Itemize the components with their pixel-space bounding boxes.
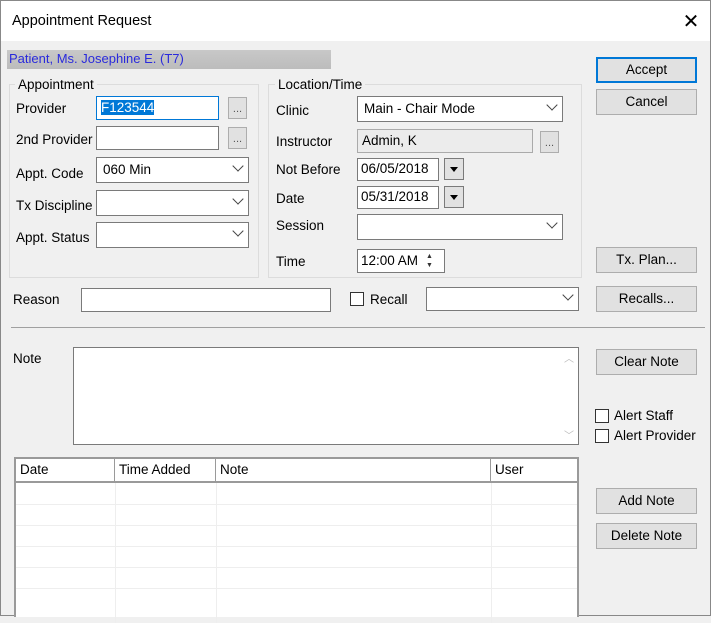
note-textarea[interactable]: ︿ ﹀ <box>73 347 579 445</box>
add-note-button[interactable]: Add Note <box>596 488 697 514</box>
scroll-down-icon[interactable]: ﹀ <box>564 427 574 442</box>
provider-browse-button[interactable]: ... <box>228 97 247 119</box>
chevron-down-icon <box>546 99 558 111</box>
chevron-down-icon <box>562 289 574 301</box>
appt-status-select[interactable] <box>96 222 249 248</box>
provider-input[interactable]: F123544 <box>96 96 219 120</box>
chevron-down-icon <box>232 225 244 237</box>
column-header-time-added[interactable]: Time Added <box>115 459 216 483</box>
cancel-button[interactable]: Cancel <box>596 89 697 115</box>
reason-input[interactable] <box>81 288 331 312</box>
second-provider-browse-button[interactable]: ... <box>228 127 247 149</box>
clear-note-button[interactable]: Clear Note <box>596 349 697 375</box>
clinic-label: Clinic <box>276 103 310 118</box>
patient-banner: Patient, Ms. Josephine E. (T7) <box>7 50 331 69</box>
chevron-down-icon <box>232 160 244 172</box>
notes-grid: Date Time Added Note User <box>14 457 579 623</box>
alert-provider-label: Alert Provider <box>614 428 696 443</box>
alert-provider-checkbox[interactable] <box>595 429 609 443</box>
time-value: 12:00 AM <box>361 253 419 268</box>
second-provider-input[interactable] <box>96 126 219 150</box>
instructor-browse-button[interactable]: ... <box>540 131 559 153</box>
chevron-down-icon <box>232 193 244 205</box>
column-header-note[interactable]: Note <box>216 459 491 483</box>
second-provider-label: 2nd Provider <box>16 132 93 147</box>
grid-row-line <box>16 588 577 589</box>
window-title: Appointment Request <box>12 13 152 29</box>
close-icon[interactable]: ✕ <box>679 9 703 34</box>
location-time-group-label: Location/Time <box>275 77 366 92</box>
accept-button[interactable]: Accept <box>596 57 697 83</box>
time-label: Time <box>276 254 306 269</box>
clinic-select[interactable]: Main - Chair Mode <box>357 96 563 122</box>
delete-note-button[interactable]: Delete Note <box>596 523 697 549</box>
tx-discipline-label: Tx Discipline <box>16 198 93 213</box>
session-label: Session <box>276 218 325 233</box>
not-before-label: Not Before <box>276 162 341 177</box>
appt-code-select[interactable]: 060 Min <box>96 157 249 183</box>
spin-up-down-icon[interactable]: ▲ ▼ <box>426 252 433 270</box>
instructor-label: Instructor <box>276 134 333 149</box>
alert-staff-label: Alert Staff <box>614 408 674 423</box>
tx-discipline-select[interactable] <box>96 190 249 216</box>
grid-row-line <box>16 546 577 547</box>
appt-code-value: 060 Min <box>103 162 152 177</box>
recalls-button[interactable]: Recalls... <box>596 286 697 312</box>
date-input[interactable]: 05/31/2018 <box>357 186 439 209</box>
title-bar: Appointment Request ✕ <box>1 1 710 41</box>
recall-label: Recall <box>370 292 408 307</box>
grid-row-line <box>16 567 577 568</box>
date-label: Date <box>276 191 305 206</box>
provider-value: F123544 <box>101 100 155 115</box>
appointment-request-dialog: Appointment Request ✕ Patient, Ms. Josep… <box>0 0 711 623</box>
column-header-user[interactable]: User <box>491 459 577 483</box>
tx-plan-button[interactable]: Tx. Plan... <box>596 247 697 273</box>
grid-row-line <box>16 504 577 505</box>
grid-row-line <box>16 525 577 526</box>
not-before-calendar-button[interactable] <box>444 158 464 180</box>
clinic-value: Main - Chair Mode <box>364 101 476 116</box>
date-calendar-button[interactable] <box>444 186 464 208</box>
provider-label: Provider <box>16 101 67 116</box>
separator <box>11 327 705 328</box>
note-scrollbar[interactable]: ︿ ﹀ <box>561 348 578 444</box>
appt-status-label: Appt. Status <box>16 230 90 245</box>
appt-code-label: Appt. Code <box>16 166 84 181</box>
reason-label: Reason <box>13 292 60 307</box>
column-header-date[interactable]: Date <box>16 459 115 483</box>
chevron-down-icon <box>546 217 558 229</box>
instructor-input: Admin, K <box>357 129 533 153</box>
appointment-group-label: Appointment <box>15 77 97 92</box>
alert-staff-checkbox[interactable] <box>595 409 609 423</box>
scroll-up-icon[interactable]: ︿ <box>564 350 574 365</box>
time-spinner[interactable]: 12:00 AM ▲ ▼ <box>357 249 445 273</box>
session-select[interactable] <box>357 214 563 240</box>
note-label: Note <box>13 351 42 366</box>
recall-select[interactable] <box>426 287 579 311</box>
recall-checkbox[interactable] <box>350 292 364 306</box>
not-before-date-input[interactable]: 06/05/2018 <box>357 158 439 181</box>
